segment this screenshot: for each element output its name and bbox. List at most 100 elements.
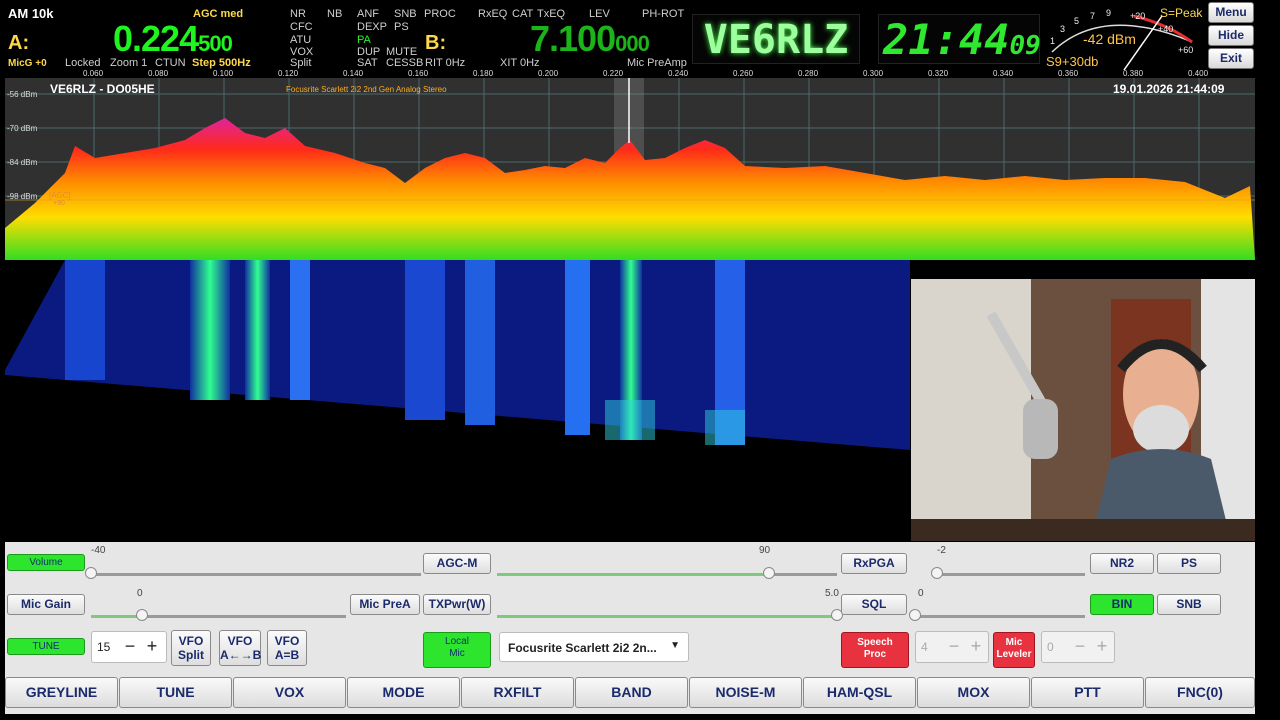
vfo-swap-button[interactable]: VFO A←→B	[219, 630, 261, 666]
datetime-label: 19.01.2026 21:44:09	[1113, 82, 1225, 96]
freq-tick: 0.080	[148, 69, 169, 78]
vfo-b-freq-sub: 000	[615, 31, 650, 56]
mic-leveler-value: 0	[1047, 640, 1054, 654]
mic-gain-slider[interactable]	[91, 609, 346, 621]
ptt-button[interactable]: PTT	[1031, 677, 1144, 708]
status-split[interactable]: Split	[290, 57, 311, 69]
status-cfc[interactable]: CFC	[290, 21, 313, 33]
vfo-b-frequency[interactable]: 7.100000	[530, 18, 650, 60]
txpwr-slider[interactable]	[497, 609, 843, 621]
ham-qsl-button[interactable]: HAM-QSL	[803, 677, 916, 708]
zoom-status[interactable]: Zoom 1	[110, 57, 147, 69]
audio-device-select[interactable]: Focusrite Scarlett 2i2 2n... ▼	[499, 632, 689, 662]
nr2-button[interactable]: NR2	[1090, 553, 1154, 574]
speech-proc-button[interactable]: Speech Proc	[841, 632, 909, 668]
freq-tick: 0.120	[278, 69, 299, 78]
volume-button[interactable]: Volume	[7, 554, 85, 571]
sql-slider-thumb[interactable]	[909, 609, 921, 621]
mic-leveler-stepper[interactable]: 0 − +	[1041, 631, 1115, 663]
tune-button[interactable]: TUNE	[119, 677, 232, 708]
vfo-b-label: B:	[425, 32, 447, 54]
sql-slider[interactable]	[909, 609, 1085, 621]
meter-scale-3: 3	[1060, 24, 1066, 34]
status-ps[interactable]: PS	[394, 21, 409, 33]
mic-leveler-increase[interactable]: +	[1092, 636, 1112, 657]
txpwr-slider-fill	[497, 615, 837, 618]
speech-proc-increase[interactable]: +	[966, 636, 986, 657]
agc-m-button[interactable]: AGC-M	[423, 553, 491, 574]
agc-slider[interactable]	[497, 567, 837, 579]
status-pa[interactable]: PA	[357, 34, 371, 46]
tune-power-stepper[interactable]: 15 − +	[91, 631, 167, 663]
local-mic-button[interactable]: Local Mic	[423, 632, 491, 668]
mic-leveler-button[interactable]: Mic Leveler	[993, 632, 1035, 668]
vfo-split-button[interactable]: VFO Split	[171, 630, 211, 666]
tune-power-increase[interactable]: +	[142, 636, 162, 657]
rxpga-slider[interactable]	[931, 567, 1085, 579]
hide-button[interactable]: Hide	[1208, 25, 1254, 46]
tune-toggle[interactable]: TUNE	[7, 638, 85, 655]
vfo-a-frequency[interactable]: 0.224500	[113, 18, 233, 60]
mode-button[interactable]: MODE	[347, 677, 460, 708]
txpwr-button[interactable]: TXPwr(W)	[423, 594, 491, 615]
step-status[interactable]: Step 500Hz	[192, 57, 251, 69]
spectrum-display[interactable]: -56 dBm -70 dBm -84 dBm -98 dBm [AGC] +9…	[5, 78, 1255, 260]
rxpga-slider-thumb[interactable]	[931, 567, 943, 579]
meter-scale-9: 9	[1106, 8, 1112, 18]
db-tick: -56 dBm	[7, 90, 38, 99]
volume-slider-thumb[interactable]	[85, 567, 97, 579]
mox-button[interactable]: MOX	[917, 677, 1030, 708]
audio-device-label: Focusrite Scarlett 2i2 2nd Gen Analog St…	[286, 85, 447, 94]
freq-tick: 0.240	[668, 69, 689, 78]
status-sat[interactable]: SAT	[357, 57, 378, 69]
status-rxeq[interactable]: RxEQ	[478, 8, 507, 20]
band-button[interactable]: BAND	[575, 677, 688, 708]
meter-reading: -42 dBm	[1083, 31, 1136, 47]
ctun-status[interactable]: CTUN	[155, 57, 186, 69]
mic-gain-slider-thumb[interactable]	[136, 609, 148, 621]
mic-gain-button[interactable]: Mic Gain	[7, 594, 85, 615]
volume-value: -40	[91, 545, 106, 556]
vfo-equal-button[interactable]: VFO A=B	[267, 630, 307, 666]
webcam-video	[911, 279, 1255, 541]
meter-s-reading: S9+30db	[1046, 54, 1099, 69]
sql-button[interactable]: SQL	[841, 594, 907, 615]
status-anf[interactable]: ANF	[357, 8, 379, 20]
locked-status[interactable]: Locked	[65, 57, 100, 69]
status-nb[interactable]: NB	[327, 8, 342, 20]
volume-slider[interactable]	[85, 567, 421, 579]
spectrum-graph	[5, 78, 1255, 260]
menu-button[interactable]: Menu	[1208, 2, 1254, 23]
status-proc[interactable]: PROC	[424, 8, 456, 20]
agc-slider-thumb[interactable]	[763, 567, 775, 579]
noise-m-button[interactable]: NOISE-M	[689, 677, 802, 708]
operator-image	[911, 279, 1255, 541]
mode-label[interactable]: AM 10k	[8, 6, 54, 21]
speech-proc-decrease[interactable]: −	[944, 636, 964, 657]
ps-button[interactable]: PS	[1157, 553, 1221, 574]
snb-button[interactable]: SNB	[1157, 594, 1221, 615]
status-snb[interactable]: SNB	[394, 8, 417, 20]
speech-proc-stepper[interactable]: 4 − +	[915, 631, 989, 663]
db-tick: -70 dBm	[7, 124, 38, 133]
meter-scale-5: 5	[1074, 16, 1080, 26]
rxpga-button[interactable]: RxPGA	[841, 553, 907, 574]
fnc-button[interactable]: FNC(0)	[1145, 677, 1255, 708]
vox-button[interactable]: VOX	[233, 677, 346, 708]
txpwr-value: 5.0	[825, 588, 839, 599]
bin-button[interactable]: BIN	[1090, 594, 1154, 615]
status-dexp[interactable]: DEXP	[357, 21, 387, 33]
rxfilt-button[interactable]: RXFILT	[461, 677, 574, 708]
waterfall-display[interactable]	[5, 260, 910, 542]
status-cessb[interactable]: CESSB	[386, 57, 423, 69]
greyline-button[interactable]: GREYLINE	[5, 677, 118, 708]
status-atu[interactable]: ATU	[290, 34, 311, 46]
exit-button[interactable]: Exit	[1208, 48, 1254, 69]
status-rit[interactable]: RIT 0Hz	[425, 57, 465, 69]
mic-prea-button[interactable]: Mic PreA	[350, 594, 420, 615]
status-nr[interactable]: NR	[290, 8, 306, 20]
mic-leveler-decrease[interactable]: −	[1070, 636, 1090, 657]
mic-gain-slider-fill	[91, 615, 142, 618]
tune-power-decrease[interactable]: −	[120, 636, 140, 657]
agc-marker[interactable]: [AGC]	[49, 191, 71, 200]
